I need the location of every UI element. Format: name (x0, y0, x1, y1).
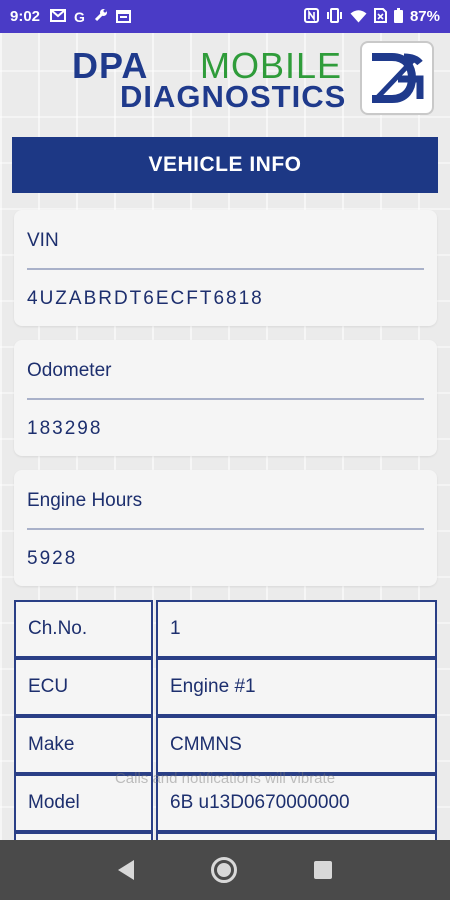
home-icon[interactable] (210, 857, 237, 883)
status-notification-icons: G (50, 8, 131, 25)
page-title: VEHICLE INFO (12, 137, 438, 193)
vin-label: VIN (27, 230, 59, 251)
no-sim-icon (373, 8, 387, 25)
divider (27, 268, 424, 270)
table-key-cell: ECU (14, 658, 153, 716)
vin-value: 4UZABRDT6ECFT6818 (27, 288, 264, 309)
table-row: ECU Engine #1 (14, 658, 437, 716)
table-value-cell: 1 (156, 600, 437, 658)
battery-percentage: 87% (409, 8, 440, 25)
odometer-label: Odometer (27, 360, 112, 381)
app-header: DPA MOBILE DIAGNOSTICS (0, 33, 450, 123)
status-time: 9:02 (10, 8, 41, 25)
divider (27, 398, 424, 400)
vibrate-toast: Calls and notifications will vibrate (114, 770, 336, 787)
vibrate-icon (326, 8, 343, 25)
divider (27, 528, 424, 530)
engine-hours-card: Engine Hours 5928 (14, 470, 437, 586)
table-key-cell: Make (14, 716, 153, 774)
vin-card: VIN 4UZABRDT6ECFT6818 (14, 210, 437, 326)
wifi-icon (350, 9, 367, 25)
table-row: Make CMMNS (14, 716, 437, 774)
odometer-value: 183298 (27, 418, 103, 439)
status-system-icons: 87% (303, 8, 440, 25)
recents-icon[interactable] (313, 861, 332, 879)
status-bar: 9:02 G 87% (0, 0, 450, 33)
calendar-icon (115, 9, 131, 25)
back-icon[interactable] (118, 860, 135, 880)
battery-icon (393, 8, 403, 25)
dg-logo-icon (360, 41, 434, 115)
gmail-icon (50, 9, 67, 24)
system-nav-bar (0, 840, 450, 900)
logo-diagnostics-text: DIAGNOSTICS (120, 79, 347, 114)
odometer-card: Odometer 183298 (14, 340, 437, 456)
engine-hours-label: Engine Hours (27, 490, 143, 511)
table-value-cell: CMMNS (156, 716, 437, 774)
nfc-icon (303, 8, 319, 25)
engine-hours-value: 5928 (27, 548, 78, 569)
table-key-cell: Ch.No. (14, 600, 153, 658)
wrench-icon (93, 8, 108, 25)
table-row: Ch.No. 1 (14, 600, 437, 658)
table-value-cell: Engine #1 (156, 658, 437, 716)
google-icon: G (74, 8, 85, 25)
